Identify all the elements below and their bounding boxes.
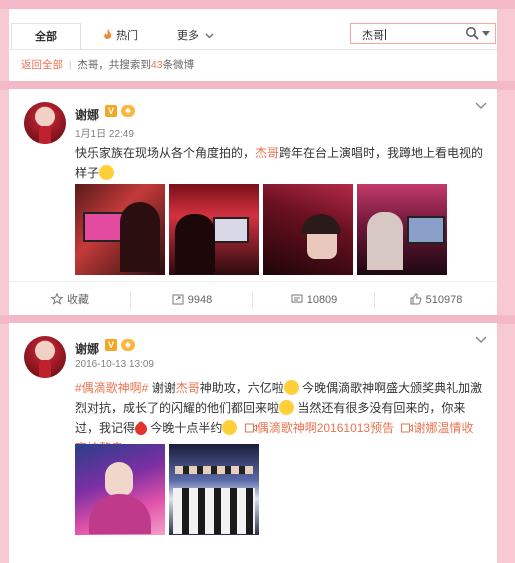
repost-button[interactable]: 9948 — [131, 282, 253, 318]
search-dropdown-icon[interactable] — [482, 31, 490, 36]
post-time[interactable]: 1月1日 22:49 — [75, 125, 134, 140]
verified-icon: V — [105, 105, 117, 117]
result-prefix: 杰哥，共搜索到 — [77, 59, 151, 71]
avatar[interactable] — [24, 102, 66, 144]
post-photo[interactable] — [169, 184, 259, 275]
favorite-button[interactable]: 收藏 — [9, 282, 131, 318]
repost-icon — [172, 294, 184, 305]
post-time[interactable]: 2016-10-13 13:09 — [75, 359, 154, 370]
feed-card: 谢娜 V ◆ 2016-10-13 13:09 #偶滴歌神啊# 谢谢杰哥神助攻，… — [9, 323, 497, 563]
repost-count: 9948 — [187, 294, 213, 306]
search-input[interactable]: 杰哥 — [350, 23, 496, 44]
chevron-down-icon[interactable] — [475, 336, 487, 344]
video-icon — [244, 423, 257, 433]
comment-count: 10809 — [306, 294, 338, 306]
member-icon: ◆ — [121, 339, 135, 351]
result-suffix: 条微博 — [162, 59, 195, 71]
keyword-highlight: 杰哥 — [175, 381, 200, 395]
feed-card: 谢娜 V ◆ 1月1日 22:49 快乐家族在现场从各个角度拍的，杰哥跨年在台上… — [9, 89, 497, 315]
keyword-highlight: 杰哥 — [255, 146, 280, 160]
tab-more-label: 更多 — [177, 30, 199, 42]
post-text: 快乐家族在现场从各个角度拍的，杰哥跨年在台上演唱时，我蹲地上看电视的样子 — [75, 143, 485, 183]
like-button[interactable]: 510978 — [375, 282, 497, 318]
shy-emoji-icon — [279, 400, 295, 415]
chevron-down-icon — [205, 33, 214, 39]
comment-icon — [291, 294, 303, 303]
nav-divider — [9, 49, 497, 50]
verified-icon: V — [105, 339, 117, 351]
post-action-bar: 收藏 9948 10809 510978 — [9, 281, 497, 318]
post-photo[interactable] — [75, 184, 165, 275]
post-text-part: 神助攻，六亿啦 — [199, 381, 284, 395]
post-photo[interactable] — [75, 444, 165, 535]
back-to-all-link[interactable]: 返回全部 — [21, 59, 63, 71]
tab-all[interactable]: 全部 — [11, 23, 81, 50]
avatar[interactable] — [24, 336, 66, 378]
search-value: 杰哥 — [362, 30, 384, 42]
post-photo[interactable] — [169, 444, 259, 535]
chevron-down-icon[interactable] — [475, 102, 487, 110]
like-count: 510978 — [425, 294, 463, 306]
grin-emoji-icon — [99, 165, 115, 180]
member-icon: ◆ — [121, 105, 135, 117]
post-text-part: 快乐家族在现场从各个角度拍的， — [75, 146, 256, 160]
search-header: 全部 热门 更多 杰哥 返回全部 | 杰哥，共搜索到43条微博 — [9, 9, 497, 81]
post-photo[interactable] — [263, 184, 353, 275]
video-icon — [401, 423, 414, 433]
post-photo[interactable] — [357, 184, 447, 275]
comment-button[interactable]: 10809 — [253, 282, 375, 318]
tab-hot[interactable]: 热门 — [103, 23, 138, 49]
username[interactable]: 谢娜 — [75, 340, 99, 357]
breadcrumb: 返回全部 | 杰哥，共搜索到43条微博 — [21, 59, 195, 71]
topic-link[interactable]: #偶滴歌神啊# — [75, 381, 148, 395]
post-text-part: 今晚十点半约 — [147, 421, 223, 435]
tab-hot-label: 热门 — [116, 30, 139, 42]
wink-emoji-icon — [222, 420, 238, 435]
star-icon — [50, 292, 64, 305]
post-text-part: 谢谢 — [148, 381, 176, 395]
tab-more[interactable]: 更多 — [177, 23, 214, 49]
video-link[interactable]: 偶滴歌神啊20161013预告 — [257, 421, 394, 435]
fire-icon — [104, 29, 112, 39]
favorite-label: 收藏 — [67, 294, 89, 306]
result-count: 43 — [150, 59, 163, 71]
laugh-emoji-icon — [283, 380, 299, 395]
thumbs-up-icon — [410, 293, 422, 305]
search-icon[interactable] — [465, 26, 479, 40]
username[interactable]: 谢娜 — [75, 106, 99, 123]
